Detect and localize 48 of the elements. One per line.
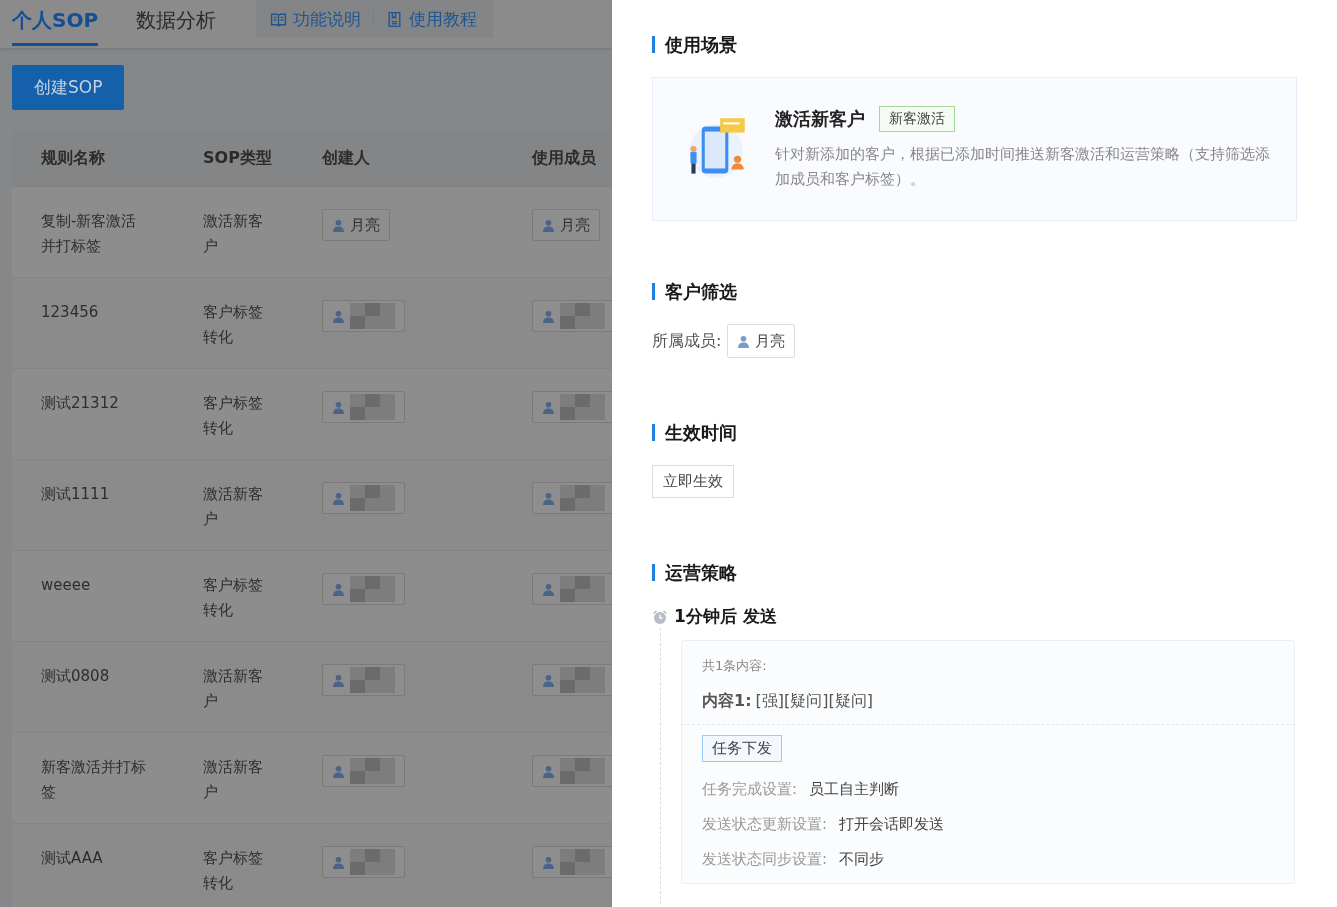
rule-name: 复制-新客激活并打标签 — [41, 211, 138, 257]
rule-name: 测试1111 — [41, 484, 110, 505]
user-tag: 月亮 — [532, 209, 600, 241]
setting-label: 发送状态同步设置: — [702, 849, 828, 870]
sop-type: 客户标签转化 — [203, 393, 264, 439]
section-heading: 客户筛选 — [652, 283, 1297, 300]
member-label: 所属成员: — [652, 330, 722, 352]
setting-label: 任务完成设置: — [702, 779, 798, 800]
section-heading: 使用场景 — [652, 36, 1297, 53]
sop-type: 激活新客户 — [203, 757, 264, 803]
page-tab[interactable]: 数据分析 — [136, 0, 217, 46]
effective-time-tag: 立即生效 — [652, 465, 734, 498]
help-link[interactable]: 功能说明 — [270, 7, 362, 31]
user-tag: 月亮 — [727, 324, 796, 358]
sop-type: 激活新客户 — [203, 666, 264, 712]
scene-description: 针对新添加的客户，根据已添加时间推送新客激活和运营策略（支持筛选添加成员和客户标签）。 — [775, 144, 1271, 190]
scene-title: 激活新客户 — [775, 107, 865, 131]
content-label: 内容1: — [702, 691, 752, 710]
rule-name: weeee — [41, 575, 91, 596]
rule-name: 测试0808 — [41, 666, 110, 687]
page-tab[interactable]: 个人SOP — [12, 0, 99, 46]
scene-tag: 新客激活 — [879, 106, 955, 132]
sop-type: 客户标签转化 — [203, 848, 264, 894]
user-tag: 月亮 — [322, 209, 390, 241]
column-header: 规则名称 — [40, 148, 106, 169]
section-heading: 生效时间 — [652, 424, 1297, 441]
rule-name: 测试21312 — [41, 393, 119, 414]
sop-type: 客户标签转化 — [203, 302, 264, 348]
rule-name: 新客激活并打标签 — [41, 757, 147, 803]
setting-label: 发送状态更新设置: — [702, 814, 828, 835]
column-header: 使用成员 — [532, 148, 597, 169]
sop-type: 激活新客户 — [203, 211, 264, 257]
section-heading: 运营策略 — [652, 564, 1297, 581]
sop-type: 激活新客户 — [203, 484, 264, 530]
content-count: 共1条内容: — [702, 657, 768, 675]
column-header: SOP类型 — [203, 148, 273, 169]
sop-type: 客户标签转化 — [203, 575, 264, 621]
content-text: [强][疑问][疑问] — [755, 691, 873, 710]
setting-value: 不同步 — [839, 849, 885, 870]
rule-name: 123456 — [41, 302, 99, 323]
column-header: 创建人 — [322, 148, 371, 169]
setting-value: 员工自主判断 — [809, 779, 900, 800]
step-time: 1分钟后 发送 — [674, 605, 777, 628]
setting-value: 打开会话即发送 — [839, 814, 945, 835]
help-link[interactable]: 使用教程 — [386, 7, 478, 31]
task-tag: 任务下发 — [702, 735, 782, 762]
create-sop-button[interactable]: 创建SOP — [12, 65, 125, 110]
rule-name: 测试AAA — [41, 848, 103, 869]
